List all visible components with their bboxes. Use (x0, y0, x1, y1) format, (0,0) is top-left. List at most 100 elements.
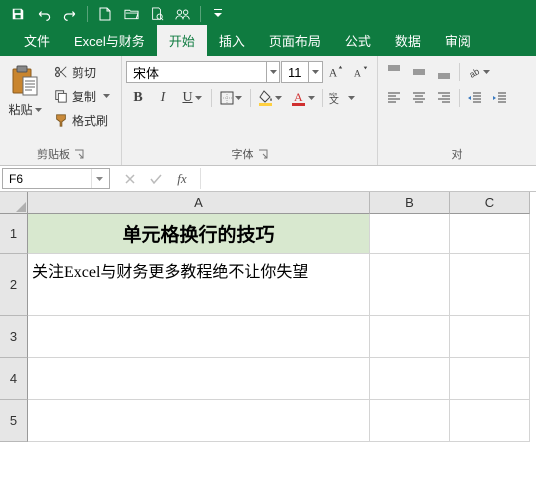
align-left-icon[interactable] (382, 87, 406, 109)
enter-icon[interactable] (146, 169, 166, 189)
font-size-input[interactable] (282, 62, 308, 82)
tab-insert[interactable]: 插入 (207, 25, 257, 56)
share-icon[interactable] (171, 3, 195, 25)
cell-b4[interactable] (370, 358, 450, 400)
chevron-down-icon (35, 108, 42, 112)
svg-text:A: A (294, 90, 303, 104)
chevron-down-icon (103, 94, 110, 98)
chevron-down-icon[interactable] (91, 169, 107, 188)
tab-page-layout[interactable]: 页面布局 (257, 25, 333, 56)
svg-text:A: A (354, 68, 361, 79)
row-header[interactable]: 3 (0, 316, 28, 358)
cell-a4[interactable] (28, 358, 370, 400)
select-all-corner[interactable] (0, 192, 28, 214)
font-name-input[interactable] (127, 62, 266, 82)
format-painter-button[interactable]: 格式刷 (50, 109, 114, 131)
copy-button[interactable]: 复制 (50, 85, 114, 107)
cell-a3[interactable] (28, 316, 370, 358)
font-color-button[interactable]: A (287, 87, 319, 109)
ribbon-tabs: 文件 Excel与财务 开始 插入 页面布局 公式 数据 审阅 (0, 28, 536, 56)
paste-label: 粘贴 (8, 101, 32, 118)
chevron-down-icon[interactable] (308, 62, 322, 82)
fx-icon[interactable]: fx (172, 169, 192, 189)
open-folder-icon[interactable] (119, 3, 143, 25)
cancel-icon[interactable] (120, 169, 140, 189)
increase-indent-icon[interactable] (488, 87, 512, 109)
dialog-launcher-icon[interactable] (258, 149, 268, 159)
cell-a5[interactable] (28, 400, 370, 442)
increase-font-icon[interactable]: A (324, 61, 348, 83)
cut-label: 剪切 (72, 64, 96, 81)
formula-input[interactable] (201, 166, 536, 191)
tab-file[interactable]: 文件 (12, 25, 62, 56)
save-icon[interactable] (6, 3, 30, 25)
row-header[interactable]: 4 (0, 358, 28, 400)
new-file-icon[interactable] (93, 3, 117, 25)
quick-access-toolbar (0, 0, 536, 28)
italic-button[interactable]: I (151, 87, 175, 109)
format-painter-label: 格式刷 (72, 112, 108, 129)
cell-b3[interactable] (370, 316, 450, 358)
tab-data[interactable]: 数据 (383, 25, 433, 56)
copy-icon (54, 89, 68, 103)
cell-b5[interactable] (370, 400, 450, 442)
font-name-combo[interactable] (126, 61, 280, 83)
spreadsheet-grid[interactable]: A B C 1 2 3 4 5 单元格换行的技巧 关注Excel与财务更多教程绝… (0, 192, 536, 500)
decrease-font-icon[interactable]: A (349, 61, 373, 83)
align-top-icon[interactable] (382, 61, 406, 83)
align-center-icon[interactable] (407, 87, 431, 109)
cell-b2[interactable] (370, 254, 450, 316)
paste-icon (9, 63, 41, 99)
name-box-input[interactable] (3, 172, 91, 186)
tab-formulas[interactable]: 公式 (333, 25, 383, 56)
dialog-launcher-icon[interactable] (74, 149, 84, 159)
cell-c1[interactable] (450, 214, 530, 254)
tab-review[interactable]: 审阅 (433, 25, 483, 56)
row-header[interactable]: 1 (0, 214, 28, 254)
tab-home[interactable]: 开始 (157, 25, 207, 56)
customize-qat-icon[interactable] (206, 3, 230, 25)
name-box[interactable] (2, 168, 110, 189)
border-button[interactable] (215, 87, 247, 109)
row-header[interactable]: 5 (0, 400, 28, 442)
cell-c2[interactable] (450, 254, 530, 316)
svg-text:文: 文 (329, 93, 339, 105)
cut-button[interactable]: 剪切 (50, 61, 114, 83)
underline-button[interactable]: U (176, 87, 208, 109)
align-bottom-icon[interactable] (432, 61, 456, 83)
paste-button[interactable]: 粘贴 (4, 61, 46, 118)
decrease-indent-icon[interactable] (463, 87, 487, 109)
column-header[interactable]: A (28, 192, 370, 214)
cell-c3[interactable] (450, 316, 530, 358)
column-header[interactable]: B (370, 192, 450, 214)
svg-text:A: A (329, 67, 338, 79)
scissors-icon (54, 65, 68, 79)
cell-c5[interactable] (450, 400, 530, 442)
align-group-label: 对 (452, 146, 463, 162)
bold-button[interactable]: B (126, 87, 150, 109)
column-header[interactable]: C (450, 192, 530, 214)
phonetic-guide-button[interactable]: wén文 (326, 87, 358, 109)
font-size-combo[interactable] (281, 61, 323, 83)
ribbon: 粘贴 剪切 复制 格式刷 剪贴板 (0, 56, 536, 166)
cell-a1[interactable]: 单元格换行的技巧 (28, 214, 370, 254)
clipboard-group-label: 剪贴板 (37, 146, 70, 162)
fill-color-button[interactable] (254, 87, 286, 109)
undo-icon[interactable] (32, 3, 56, 25)
cell-c4[interactable] (450, 358, 530, 400)
tab-excel-finance[interactable]: Excel与财务 (62, 25, 157, 56)
chevron-down-icon[interactable] (266, 62, 279, 82)
cell-b1[interactable] (370, 214, 450, 254)
orientation-icon[interactable]: ab (463, 61, 495, 83)
align-right-icon[interactable] (432, 87, 456, 109)
formula-bar: fx (0, 166, 536, 192)
redo-icon[interactable] (58, 3, 82, 25)
cell-a2[interactable]: 关注Excel与财务更多教程绝不让你失望 (28, 254, 370, 316)
print-preview-icon[interactable] (145, 3, 169, 25)
font-group-label: 字体 (232, 146, 254, 162)
copy-label: 复制 (72, 88, 96, 105)
svg-text:ab: ab (469, 66, 481, 79)
brush-icon (54, 113, 68, 127)
align-middle-icon[interactable] (407, 61, 431, 83)
row-header[interactable]: 2 (0, 254, 28, 316)
